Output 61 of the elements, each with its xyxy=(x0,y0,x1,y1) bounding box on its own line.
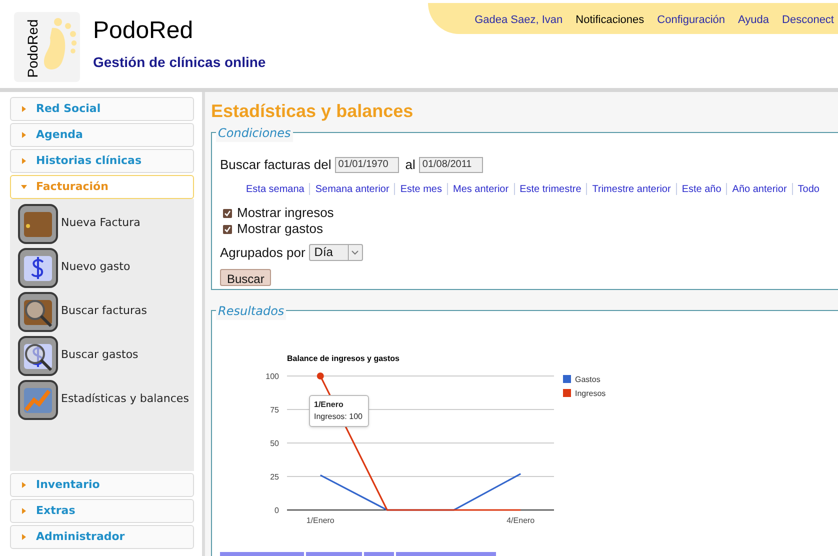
axis-tick-label: 4/Enero xyxy=(506,516,535,525)
submenu-item[interactable]: Estadísticas y balances xyxy=(18,379,194,420)
axis-tick-label: 0 xyxy=(274,506,279,515)
header-link[interactable]: Configuración xyxy=(657,12,726,28)
range-link[interactable]: Esta semana xyxy=(246,182,304,196)
range-link[interactable]: Todo xyxy=(798,182,820,196)
wallet-icon xyxy=(18,204,58,244)
caret-icon xyxy=(21,534,27,540)
submenu-item[interactable]: Nuevo gasto xyxy=(18,247,194,288)
caret-icon xyxy=(21,106,27,112)
caret-icon xyxy=(21,132,27,138)
caret-icon xyxy=(21,482,27,488)
range-link[interactable]: Trimestre anterior xyxy=(592,182,671,196)
axis-tick-label: 50 xyxy=(270,439,279,448)
tooltip-title: 1/Enero xyxy=(314,399,344,411)
group-select[interactable]: Día xyxy=(309,244,364,261)
checkbox[interactable] xyxy=(223,224,232,234)
table-header-bar xyxy=(306,552,362,556)
range-link[interactable]: Este trimestre xyxy=(520,182,582,196)
date-field[interactable]: 01/01/1970 xyxy=(335,156,400,173)
tagline: Gestión de clínicas online xyxy=(93,53,266,72)
axis-tick-label: 75 xyxy=(270,406,279,414)
page-title: Estadísticas y balances xyxy=(211,100,414,122)
range-link[interactable]: Semana anterior xyxy=(315,182,390,196)
group-label: Agrupados por xyxy=(220,244,306,262)
highlighted-point xyxy=(316,372,324,380)
header-link[interactable]: Ayuda xyxy=(738,12,770,28)
dollar-icon xyxy=(18,248,58,288)
axis-tick-label: 25 xyxy=(270,472,279,482)
chart-title: Balance de ingresos y gastos xyxy=(287,354,400,363)
date-label: al xyxy=(405,156,416,174)
app-name: PodoRed xyxy=(93,16,194,46)
table-header-bar xyxy=(364,552,394,556)
caret-icon xyxy=(21,508,27,514)
header-link[interactable]: Gadea Saez, Ivan xyxy=(474,12,563,28)
submenu-item[interactable]: Buscar gastos xyxy=(18,335,194,376)
range-link[interactable]: Este año xyxy=(682,182,722,196)
date-label: Buscar facturas del xyxy=(220,156,332,174)
header-link[interactable]: Notificaciones xyxy=(576,12,644,28)
search-wallet-icon xyxy=(18,292,58,332)
legend-label: Gastos xyxy=(575,375,600,384)
range-link[interactable]: Este mes xyxy=(400,182,442,196)
logo-text: PodoRed xyxy=(24,18,42,80)
legend-label: Ingresos xyxy=(575,389,606,398)
caret-icon xyxy=(21,158,27,164)
header-link[interactable]: Desconect xyxy=(782,12,834,28)
checkbox-label: Mostrar gastos xyxy=(237,220,323,238)
date-field[interactable]: 01/08/2011 xyxy=(419,156,484,173)
checkbox[interactable] xyxy=(223,208,232,218)
range-link[interactable]: Mes anterior xyxy=(453,182,509,196)
caret-icon xyxy=(21,184,27,190)
checkbox-label: Mostrar ingresos xyxy=(237,204,334,222)
tooltip-text: Ingresos: 100 xyxy=(314,411,364,423)
submenu-item[interactable]: Buscar facturas xyxy=(18,291,194,332)
axis-tick-label: 1/Enero xyxy=(306,516,334,525)
chart-icon xyxy=(18,380,58,420)
axis-tick-label: 100 xyxy=(266,372,279,381)
search-button[interactable]: Buscar xyxy=(220,269,272,286)
range-link[interactable]: Año anterior xyxy=(732,182,787,196)
submenu-item[interactable]: Nueva Factura xyxy=(18,203,194,244)
search-dollar-icon xyxy=(18,336,58,376)
